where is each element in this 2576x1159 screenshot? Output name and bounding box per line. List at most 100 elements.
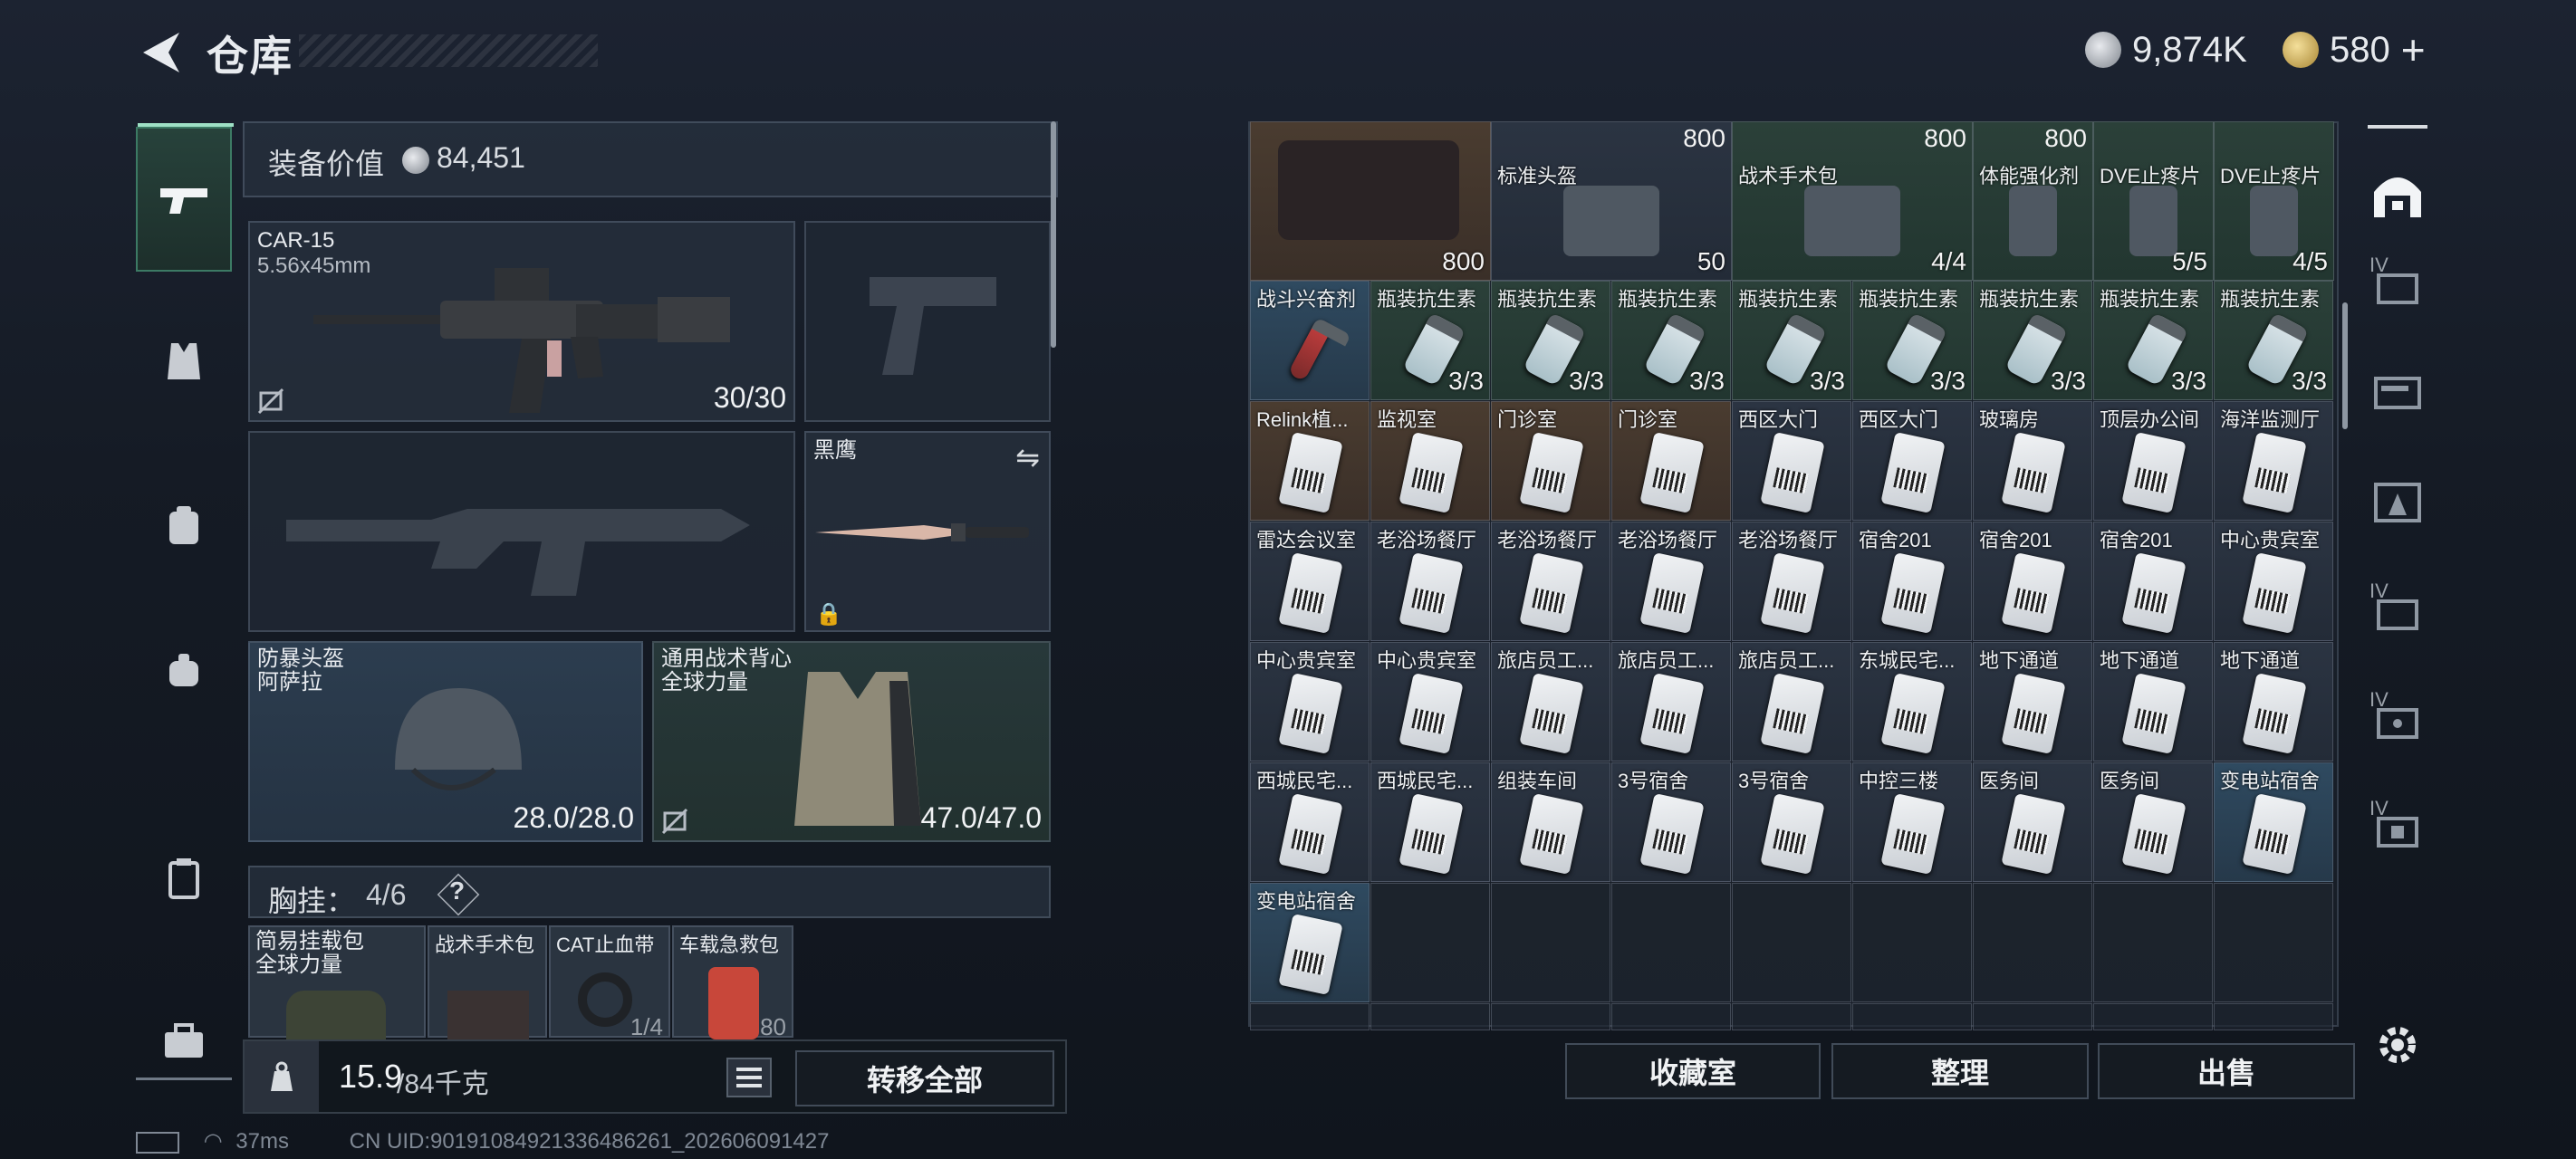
storage-tab-iv-4[interactable]: IV [2364,791,2431,864]
nav-weapons[interactable] [136,123,234,272]
empty-storage-slot[interactable] [1491,883,1610,1002]
empty-storage-slot[interactable] [1732,883,1851,1002]
storage-tab-iv-3[interactable]: IV [2364,683,2431,755]
empty-storage-slot[interactable] [1370,883,1490,1002]
storage-item[interactable]: 瓶装抗生素 3/3 [1370,281,1490,400]
storage-item[interactable]: 老浴场餐厅 [1491,522,1610,641]
settings-button[interactable] [2364,1009,2431,1081]
storage-item[interactable]: 3号宿舍 [1611,762,1731,882]
empty-storage-slot[interactable] [1611,883,1731,1002]
storage-item[interactable]: 西区大门 [1852,401,1972,521]
storage-item[interactable]: 宿舍201 [1973,522,2092,641]
storage-item[interactable]: 标准头盔 800 50 [1491,121,1732,281]
storage-item[interactable]: 医务间 [1973,762,2092,882]
storage-item[interactable]: 宿舍201 [2093,522,2213,641]
secondary-weapon-slot[interactable] [248,431,795,632]
storage-item[interactable]: 瓶装抗生素 3/3 [2214,281,2333,400]
storage-item[interactable]: 800 [1250,121,1491,281]
storage-item[interactable]: 医务间 [2093,762,2213,882]
storage-item[interactable]: 地下通道 [1973,642,2092,761]
empty-storage-slot[interactable] [1973,1003,2092,1030]
storage-item[interactable]: 中心贵宾室 [1250,642,1370,761]
nav-case[interactable] [136,806,232,951]
storage-item[interactable]: 西区大门 [1732,401,1851,521]
empty-storage-slot[interactable] [2214,1003,2333,1030]
storage-item[interactable]: 旅店员工... [1611,642,1731,761]
list-icon[interactable] [726,1058,772,1097]
storage-item[interactable]: 中心贵宾室 [1370,642,1490,761]
storage-item[interactable]: 中控三楼 [1852,762,1972,882]
storage-item[interactable]: 体能强化剂 800 [1973,121,2093,281]
storage-item[interactable]: DVE止疼片 5/5 [2093,121,2214,281]
help-icon[interactable]: ? [449,876,465,905]
empty-storage-slot[interactable] [1250,1003,1370,1030]
scrollbar[interactable] [2342,302,2348,429]
storage-item[interactable]: 海洋监测厅 [2214,401,2333,521]
storage-item[interactable]: DVE止疼片 4/5 [2214,121,2334,281]
empty-storage-slot[interactable] [1732,1003,1851,1030]
storage-item[interactable]: 瓶装抗生素 3/3 [1973,281,2092,400]
back-arrow-icon[interactable] [134,25,188,80]
storage-tab-gun[interactable] [2364,357,2431,429]
storage-item[interactable]: Relink植... [1250,401,1370,521]
storage-item[interactable]: 顶层办公间 [2093,401,2213,521]
scrollbar[interactable] [1051,121,1056,348]
empty-storage-slot[interactable] [1370,1003,1490,1030]
storage-item[interactable]: 雷达会议室 [1250,522,1370,641]
empty-storage-slot[interactable] [1973,883,2092,1002]
empty-storage-slot[interactable] [1491,1003,1610,1030]
pistol-slot[interactable] [804,221,1051,422]
storage-item[interactable]: 变电站宿舍 [1250,883,1370,1002]
storage-item[interactable]: 变电站宿舍 [2214,762,2333,882]
storage-item[interactable]: 战术手术包 800 4/4 [1732,121,1973,281]
transfer-all-button[interactable]: 转移全部 [795,1050,1054,1106]
storage-tab-iv-1[interactable]: IV [2364,248,2431,321]
gold-plus-icon[interactable]: + [2401,25,2426,74]
helmet-slot[interactable]: 防暴头盔 阿萨拉 28.0/28.0 [248,641,643,842]
storage-item[interactable]: 西城民宅... [1250,762,1370,882]
primary-weapon-slot[interactable]: CAR-15 5.56x45mm 30/30 [248,221,795,422]
storage-tab-iv-2[interactable]: IV [2364,574,2431,647]
nav-vest[interactable] [136,290,232,435]
empty-storage-slot[interactable] [2093,883,2213,1002]
storage-item[interactable]: 旅店员工... [1491,642,1610,761]
melee-slot[interactable]: 黑鹰 ⇋ 🔒 [804,431,1051,632]
empty-storage-slot[interactable] [2214,883,2333,1002]
sell-button[interactable]: 出售 [2098,1043,2355,1099]
storage-item[interactable]: 地下通道 [2214,642,2333,761]
empty-storage-slot[interactable] [1852,883,1972,1002]
storage-item[interactable]: 门诊室 [1491,401,1610,521]
rig-item[interactable]: 战术手术包 [428,925,547,1039]
gold-currency[interactable]: 580 + [2283,25,2426,74]
storage-item[interactable]: 瓶装抗生素 3/3 [1852,281,1972,400]
rig-item[interactable]: 车载急救包 80 [672,925,793,1040]
nav-backpack[interactable] [136,453,232,598]
storage-item[interactable]: 监视室 [1370,401,1490,521]
empty-storage-slot[interactable] [2093,1003,2213,1030]
storage-tab-main[interactable] [2364,158,2431,230]
collection-room-button[interactable]: 收藏室 [1565,1043,1821,1099]
storage-item[interactable]: 瓶装抗生素 3/3 [1611,281,1731,400]
storage-item[interactable]: 组装车间 [1491,762,1610,882]
storage-tab-armor[interactable] [2364,465,2431,538]
storage-item[interactable]: 老浴场餐厅 [1611,522,1731,641]
storage-item[interactable]: 瓶装抗生素 3/3 [1491,281,1610,400]
empty-storage-slot[interactable] [1852,1003,1972,1030]
storage-item[interactable]: 旅店员工... [1732,642,1851,761]
storage-item[interactable]: 东城民宅... [1852,642,1972,761]
storage-item[interactable]: 瓶装抗生素 3/3 [1732,281,1851,400]
storage-item[interactable]: 玻璃房 [1973,401,2092,521]
storage-item[interactable]: 老浴场餐厅 [1370,522,1490,641]
nav-pouch[interactable] [136,598,232,742]
vest-slot[interactable]: 通用战术背心 全球力量 47.0/47.0 [652,641,1051,842]
storage-item[interactable]: 门诊室 [1611,401,1731,521]
storage-item[interactable]: 战斗兴奋剂 [1250,281,1370,400]
storage-item[interactable]: 西城民宅... [1370,762,1490,882]
nav-toolbox[interactable] [136,969,232,1114]
storage-item[interactable]: 中心贵宾室 [2214,522,2333,641]
storage-item[interactable]: 老浴场餐厅 [1732,522,1851,641]
sort-button[interactable]: 整理 [1831,1043,2089,1099]
storage-item[interactable]: 瓶装抗生素 3/3 [2093,281,2213,400]
storage-item[interactable]: 宿舍201 [1852,522,1972,641]
empty-storage-slot[interactable] [1611,1003,1731,1030]
